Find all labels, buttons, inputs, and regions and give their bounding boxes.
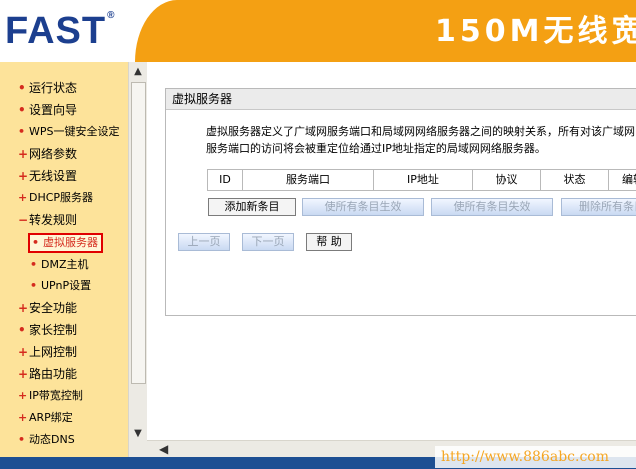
sidebar-item-wizard[interactable]: • 设置向导: [18, 100, 77, 120]
scroll-up-icon[interactable]: ▲: [132, 66, 144, 78]
sidebar-item-wps[interactable]: • WPS一键安全设定: [18, 122, 120, 142]
disable-all-button[interactable]: 使所有条目失效: [431, 198, 553, 216]
col-ip-address: IP地址: [374, 170, 473, 190]
help-button[interactable]: 帮 助: [306, 233, 352, 251]
sidebar-item-network[interactable]: +网络参数: [18, 144, 77, 164]
header-banner: 150M无线宽带路由: [135, 0, 636, 62]
sidebar-item-parental[interactable]: • 家长控制: [18, 320, 77, 340]
sidebar-item-security[interactable]: +安全功能: [18, 298, 77, 318]
header: FAST® 150M无线宽带路由: [0, 0, 636, 62]
sidebar-scrollbar[interactable]: ▲ ▼: [128, 62, 147, 457]
sidebar-nav: • 运行状态 • 设置向导 • WPS一键安全设定 +网络参数 +无线设置 + DHCP…: [0, 62, 128, 457]
col-edit: 编辑: [622, 173, 636, 186]
sidebar-item-arp[interactable]: + ARP绑定: [18, 408, 73, 428]
enable-all-button[interactable]: 使所有条目生效: [302, 198, 424, 216]
prev-page-button[interactable]: 上一页: [178, 233, 230, 251]
sidebar-item-forwarding[interactable]: −转发规则: [18, 210, 77, 230]
virtual-server-panel: 虚拟服务器 虚拟服务器定义了广域网服务端口和局域网网络服务器之间的映射关系，所有…: [165, 88, 636, 316]
panel-title: 虚拟服务器: [166, 89, 636, 110]
add-entry-button[interactable]: 添加新条目: [208, 198, 296, 216]
sidebar-item-wireless[interactable]: +无线设置: [18, 166, 77, 186]
logo-area: FAST®: [0, 0, 150, 62]
sidebar-item-routing[interactable]: +路由功能: [18, 364, 77, 384]
delete-all-button[interactable]: 删除所有条目: [561, 198, 636, 216]
sidebar-item-ddns[interactable]: • 动态DNS: [18, 430, 75, 450]
main-content: 虚拟服务器 虚拟服务器定义了广域网服务端口和局域网网络服务器之间的映射关系，所有…: [147, 62, 636, 440]
sidebar-item-dmz[interactable]: • DMZ主机: [30, 255, 89, 275]
sidebar-item-virtual-server[interactable]: • 虚拟服务器: [28, 233, 103, 253]
sidebar-item-upnp[interactable]: • UPnP设置: [30, 276, 91, 296]
panel-description: 虚拟服务器定义了广域网服务端口和局域网网络服务器之间的映射关系，所有对该广域网 …: [206, 125, 635, 155]
col-protocol: 协议: [473, 170, 541, 190]
col-status: 状态: [541, 170, 609, 190]
scroll-left-icon[interactable]: ◀: [159, 442, 168, 456]
sidebar-item-bandwidth[interactable]: + IP带宽控制: [18, 386, 83, 406]
fast-logo: FAST®: [5, 10, 116, 52]
scroll-down-icon[interactable]: ▼: [132, 428, 144, 440]
rules-table-header: ID 服务端口 IP地址 协议 状态 编辑: [207, 169, 636, 191]
sidebar-item-access-control[interactable]: +上网控制: [18, 342, 77, 362]
watermark: http://www.886abc.com: [435, 446, 636, 468]
sidebar-item-status[interactable]: • 运行状态: [18, 78, 77, 98]
col-id: ID: [208, 170, 243, 190]
product-title: 150M无线宽带路由: [435, 14, 636, 49]
next-page-button[interactable]: 下一页: [242, 233, 294, 251]
scrollbar-thumb[interactable]: [131, 82, 146, 384]
sidebar-item-dhcp[interactable]: + DHCP服务器: [18, 188, 93, 208]
col-service-port: 服务端口: [243, 170, 374, 190]
